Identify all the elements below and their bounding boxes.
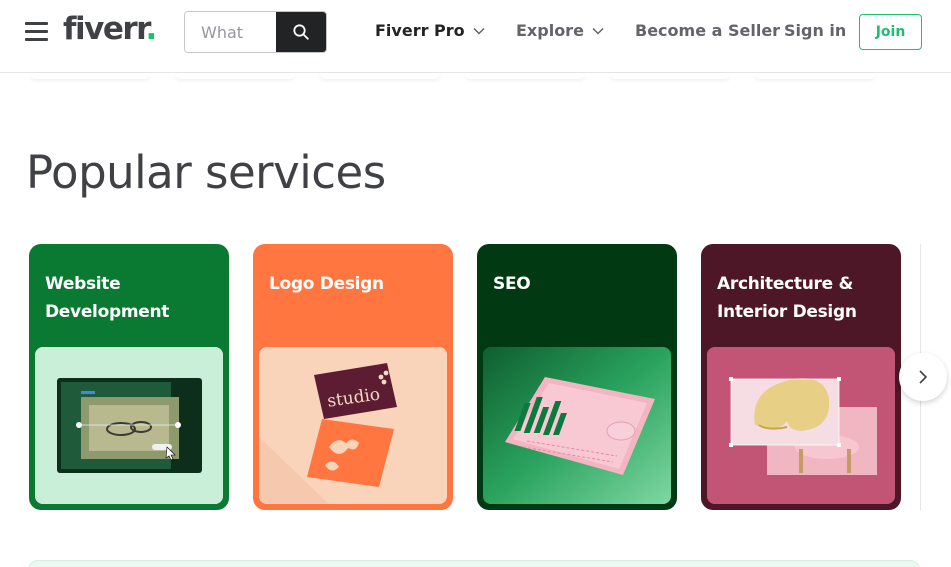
nav-become-seller[interactable]: Become a Seller [635,20,780,42]
category-strip [175,73,295,79]
chevron-right-icon [919,370,928,384]
service-card-image [483,347,671,504]
nav-sign-in-label: Sign in [784,21,847,40]
service-card-image [707,347,895,504]
service-card-title: Architecture & Interior Design [717,274,857,322]
category-strip [755,73,875,79]
chevron-down-icon [473,27,485,35]
fiverr-logo[interactable]: fiverr. [63,9,158,49]
search-input[interactable] [185,12,278,52]
service-card-logo-design[interactable]: Logo Design studio [253,244,453,510]
section-title: Popular services [26,146,386,199]
category-strip [610,73,730,79]
service-card-architecture-interior-design[interactable]: Architecture & Interior Design [701,244,901,510]
nav-sign-in[interactable]: Sign in [784,20,846,42]
search-icon [293,24,309,40]
service-card-title: SEO [493,274,531,294]
join-button[interactable]: Join [859,14,922,50]
service-card-title: Logo Design [269,274,384,294]
logo-dot: . [145,11,158,47]
logo-text: fiverr [63,11,147,47]
promo-banner-edge [28,560,920,567]
category-strip [320,73,440,79]
carousel-next-button[interactable] [899,353,947,401]
service-card-title: Website Development [45,274,170,322]
nav-explore[interactable]: Explore [516,20,604,42]
service-card-website-development[interactable]: Website Development [29,244,229,510]
service-card-image [35,347,223,504]
service-card-seo[interactable]: SEO [477,244,677,510]
nav-become-seller-label: Become a Seller [635,21,781,40]
chevron-down-icon [592,27,604,35]
hamburger-menu-icon[interactable] [25,22,49,42]
search-bar [184,11,327,53]
nav-fiverr-pro[interactable]: Fiverr Pro [375,20,485,42]
service-card-image: studio [259,347,447,504]
category-strip [465,73,585,79]
site-header: fiverr. Fiverr Pro Explore Become a Sell… [0,0,951,73]
nav-explore-label: Explore [516,21,584,40]
search-button[interactable] [276,12,326,52]
nav-fiverr-pro-label: Fiverr Pro [375,21,465,40]
category-strip [30,73,150,79]
